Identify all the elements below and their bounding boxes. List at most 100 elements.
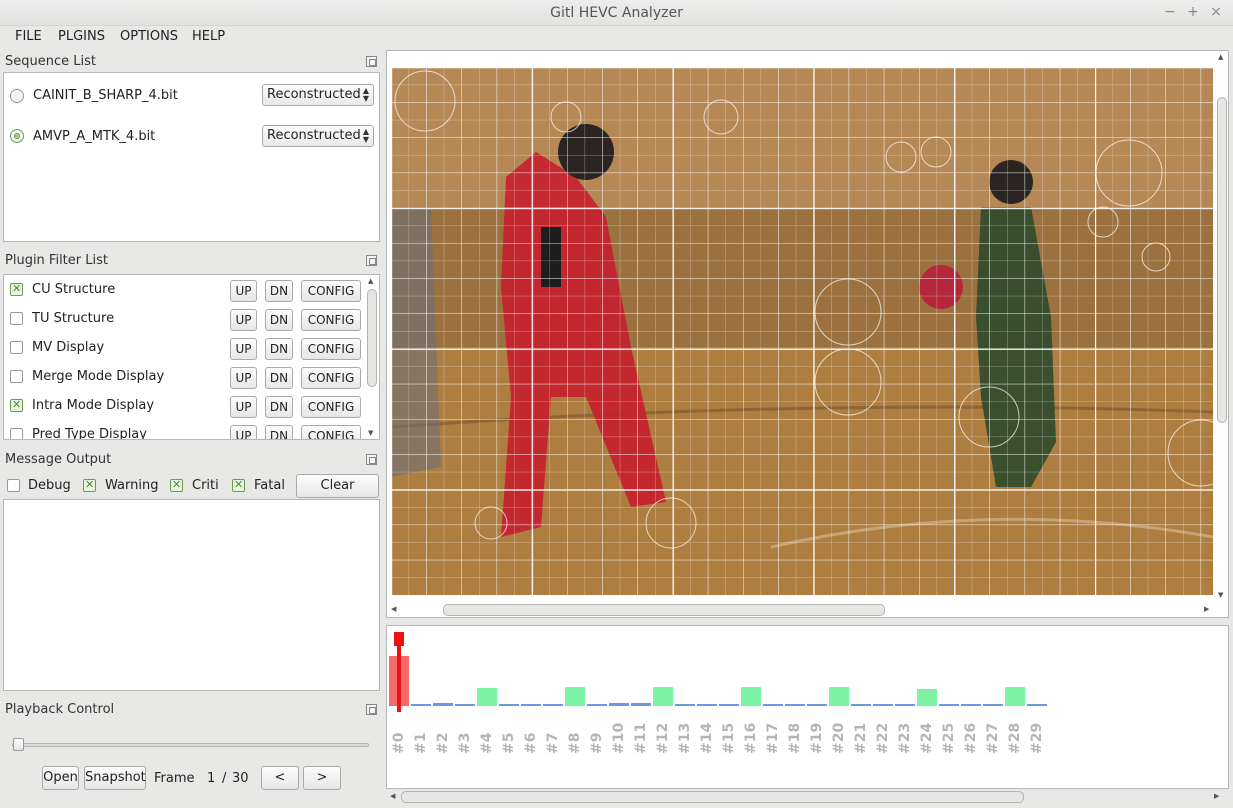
menu-file[interactable]: FILE [15,29,42,44]
frame-bitrate-bar[interactable] [983,704,1003,706]
frame-bitrate-bar[interactable] [741,687,761,706]
plugin-row: Merge Mode Display UP DN CONFIG [4,367,364,391]
menu-plugins[interactable]: PLGINS [58,29,105,44]
plugin-up-button[interactable]: UP [230,280,257,302]
frame-bitrate-bar[interactable] [477,688,497,706]
frame-bitrate-bar[interactable] [587,704,607,706]
frame-bitrate-bar[interactable] [433,703,453,706]
plugin-config-button[interactable]: CONFIG [301,280,361,302]
frame-bitrate-bar[interactable] [807,704,827,706]
message-output-area[interactable] [3,499,380,691]
frame-bitrate-bar[interactable] [917,689,937,706]
frame-bitrate-bar[interactable] [939,704,959,706]
debug-checkbox[interactable] [7,479,20,492]
plugin-up-button[interactable]: UP [230,396,257,418]
current-frame-cursor-head[interactable] [394,632,404,646]
dock-float-icon[interactable] [366,454,377,465]
plugin-down-button[interactable]: DN [265,338,293,360]
plugin-row: Intra Mode Display UP DN CONFIG [4,396,364,420]
frame-bitrate-bar[interactable] [719,704,739,706]
frame-label: #21 [853,722,869,754]
plugin-up-button[interactable]: UP [230,338,257,360]
frame-bitrate-bar[interactable] [499,704,519,706]
menu-help[interactable]: HELP [192,29,225,44]
dock-float-icon[interactable] [366,255,377,266]
plugin-config-button[interactable]: CONFIG [301,338,361,360]
plugin-enable-checkbox[interactable] [10,428,23,439]
dock-float-icon[interactable] [366,56,377,67]
plugin-enable-checkbox[interactable] [10,398,23,412]
frame-bitrate-bar[interactable] [675,704,695,706]
plugin-name: TU Structure [32,311,115,326]
frame-bitrate-bar[interactable] [851,704,871,706]
scroll-thumb[interactable] [443,604,885,616]
plugin-list-scrollbar[interactable]: ▲ ▼ [367,277,377,437]
frame-bitrate-bar[interactable] [653,687,673,706]
viewer-hscrollbar[interactable]: ◀ ▶ [389,604,1215,616]
plugin-enable-checkbox[interactable] [10,312,23,325]
plugin-up-button[interactable]: UP [230,367,257,389]
plugin-down-button[interactable]: DN [265,425,293,439]
maximize-icon[interactable]: + [1185,4,1201,20]
menu-options[interactable]: OPTIONS [120,29,178,44]
frame-bitrate-bar[interactable] [1027,704,1047,706]
frame-label: #20 [831,722,847,754]
plugin-down-button[interactable]: DN [265,309,293,331]
plugin-config-button[interactable]: CONFIG [301,309,361,331]
plugin-enable-checkbox[interactable] [10,282,23,296]
frame-bitrate-bar[interactable] [763,704,783,706]
plugin-enable-checkbox[interactable] [10,341,23,354]
frame-slider-track[interactable] [12,743,369,747]
scroll-thumb[interactable] [401,791,1024,803]
warning-checkbox[interactable] [83,478,96,492]
plugin-down-button[interactable]: DN [265,280,293,302]
viewer-vscrollbar[interactable]: ▲ ▼ [1217,53,1227,603]
scroll-thumb[interactable] [1217,97,1227,423]
frame-bitrate-bar[interactable] [631,703,651,706]
plugin-config-button[interactable]: CONFIG [301,396,361,418]
frame-bitrate-bar[interactable] [411,704,431,706]
fatal-checkbox[interactable] [232,478,245,492]
sequence-mode-select[interactable]: Reconstructed ▲ ▼ [262,125,374,147]
minimize-icon[interactable]: − [1162,4,1178,20]
prev-frame-button[interactable]: < [261,766,299,790]
frame-bitrate-bar[interactable] [829,687,849,706]
dock-float-icon[interactable] [366,704,377,715]
frame-bitrate-bar[interactable] [785,704,805,706]
plugin-config-button[interactable]: CONFIG [301,425,361,439]
snapshot-button[interactable]: Snapshot [84,766,146,790]
next-frame-button[interactable]: > [303,766,341,790]
sequence-mode-select[interactable]: Reconstructed ▲ ▼ [262,84,374,106]
frame-bitrate-bar[interactable] [697,704,717,706]
timeline-hscrollbar[interactable]: ◀ ▶ [388,791,1226,803]
frame-bitrate-bar[interactable] [1005,687,1025,706]
sequence-list: CAINIT_B_SHARP_4.bit Reconstructed ▲ ▼ AMV… [3,72,380,242]
frame-bitrate-bar[interactable] [565,687,585,706]
plugin-up-button[interactable]: UP [230,309,257,331]
open-button[interactable]: Open [42,766,79,790]
frame-label: #13 [677,722,693,754]
close-icon[interactable]: × [1208,4,1224,20]
sequence-radio[interactable] [10,89,24,103]
frame-timeline[interactable]: #0 #1 #2 #3 #4 #5 #6 #7 #8 #9 #10 #11 #12 #13 #14 #15 #1… [386,625,1229,789]
critical-checkbox[interactable] [170,478,183,492]
frame-viewer[interactable]: ▲ ▼ ◀ ▶ [386,50,1229,618]
plugin-config-button[interactable]: CONFIG [301,367,361,389]
frame-bitrate-bar[interactable] [521,704,541,706]
frame-label: #19 [809,722,825,754]
frame-bitrate-bar[interactable] [455,704,475,706]
frame-bitrate-bar[interactable] [609,703,629,706]
frame-slider-handle[interactable] [13,738,24,751]
plugin-up-button[interactable]: UP [230,425,257,439]
frame-bitrate-bar[interactable] [873,704,893,706]
clear-button[interactable]: Clear [296,474,379,498]
frame-bitrate-bar[interactable] [961,704,981,706]
plugin-enable-checkbox[interactable] [10,370,23,383]
frame-bitrate-bar[interactable] [895,704,915,706]
plugin-down-button[interactable]: DN [265,396,293,418]
frame-bitrate-bar[interactable] [543,704,563,706]
scroll-thumb[interactable] [367,289,377,387]
warning-label: Warning [105,478,159,493]
plugin-down-button[interactable]: DN [265,367,293,389]
sequence-radio[interactable] [10,129,24,143]
